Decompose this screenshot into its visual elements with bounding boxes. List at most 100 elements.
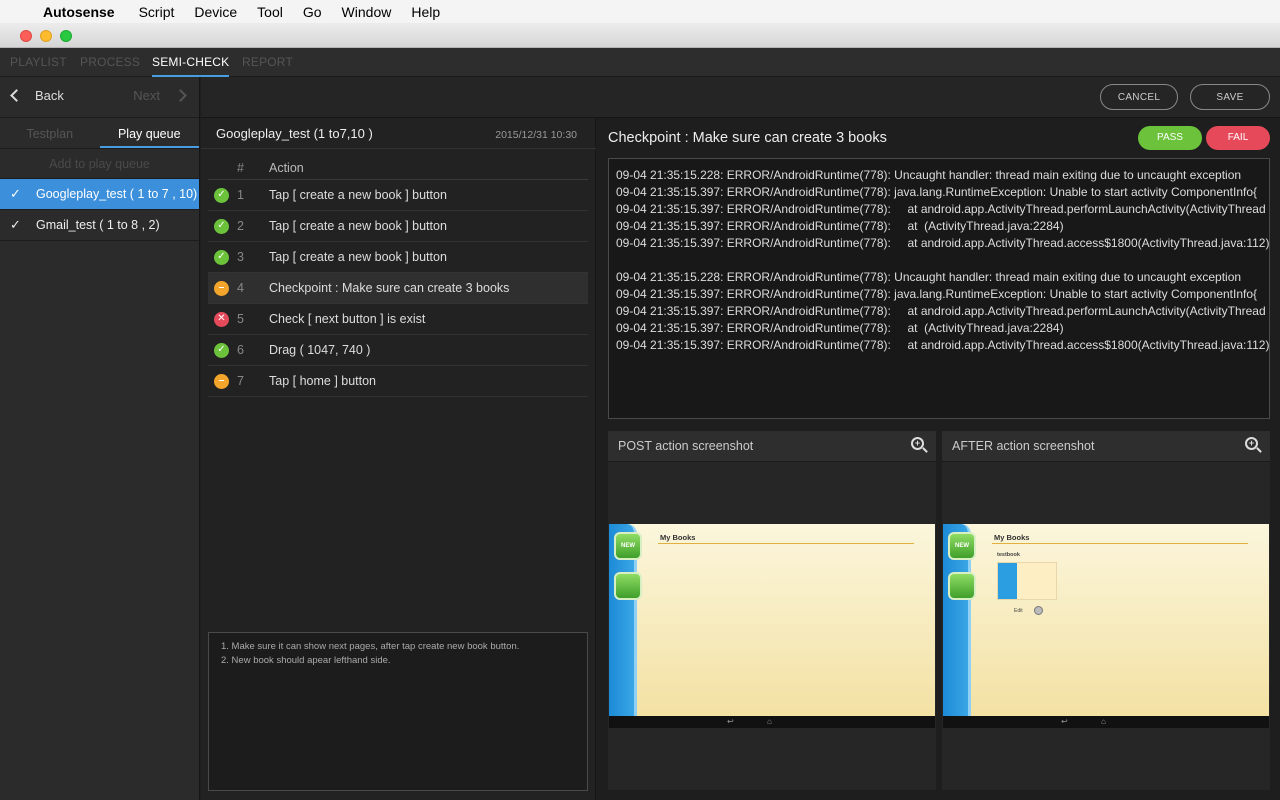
- table-row[interactable]: ✓ 2 Tap [ create a new book ] button: [208, 211, 588, 242]
- post-device-screenshot: NEW My Books ↩ ⌂: [609, 524, 935, 728]
- note-line: 1. Make sure it can show next pages, aft…: [221, 641, 520, 652]
- device-title-rule: [658, 543, 914, 544]
- row-number: 3: [237, 250, 244, 264]
- zoom-in-icon[interactable]: +: [911, 437, 928, 454]
- queue-item[interactable]: ✓ Googleplay_test ( 1 to 7 , 10): [0, 179, 199, 210]
- table-row[interactable]: ✓ 6 Drag ( 1047, 740 ): [208, 335, 588, 366]
- log-line: 09-04 21:35:15.397: ERROR/AndroidRuntime…: [616, 219, 1064, 233]
- table-row[interactable]: ✓ 1 Tap [ create a new book ] button: [208, 180, 588, 211]
- menu-go[interactable]: Go: [303, 4, 322, 20]
- queue-item[interactable]: ✓ Gmail_test ( 1 to 8 , 2): [0, 210, 199, 241]
- next-label: Next: [133, 88, 160, 103]
- device-edit-label: Edit: [1014, 608, 1023, 614]
- row-number: 2: [237, 219, 244, 233]
- device-book-title: testbook: [997, 552, 1020, 558]
- after-screenshot-pane: AFTER action screenshot + NEW My Books t…: [942, 431, 1270, 790]
- subtab-testplan[interactable]: Testplan: [0, 118, 100, 148]
- pass-button[interactable]: PASS: [1138, 126, 1202, 150]
- device-app-title: My Books: [660, 533, 696, 542]
- queue-item-label: Gmail_test ( 1 to 8 , 2): [36, 218, 160, 232]
- row-action: Tap [ home ] button: [269, 374, 377, 388]
- gallery-icon: [948, 572, 976, 600]
- post-screenshot-pane: POST action screenshot + NEW My Books ↩ ⌂: [608, 431, 936, 790]
- new-book-icon: NEW: [948, 532, 976, 560]
- log-line: 09-04 21:35:15.397: ERROR/AndroidRuntime…: [616, 236, 1270, 250]
- close-window-button[interactable]: [20, 30, 32, 42]
- device-nav-bar: ↩ ⌂: [609, 716, 935, 728]
- x-circle-icon: ✕: [214, 311, 229, 327]
- note-line: 2. New book should apear lefthand side.: [221, 655, 391, 666]
- device-nav-bar: ↩ ⌂: [943, 716, 1269, 728]
- test-notes-box[interactable]: 1. Make sure it can show next pages, aft…: [208, 632, 588, 791]
- plan-title: Googleplay_test (1 to7,10 ): [216, 126, 373, 141]
- app-name-menu[interactable]: Autosense: [43, 4, 115, 20]
- save-button[interactable]: SAVE: [1190, 84, 1270, 110]
- row-action: Tap [ create a new book ] button: [269, 188, 447, 202]
- plan-header: Googleplay_test (1 to7,10 ) 2015/12/31 1…: [201, 118, 596, 149]
- main-tab-bar: PLAYLIST PROCESS SEMI-CHECK REPORT: [0, 48, 1280, 77]
- subtab-play-queue[interactable]: Play queue: [99, 118, 199, 148]
- check-circle-icon: ✓: [214, 342, 229, 358]
- log-line: 09-04 21:35:15.397: ERROR/AndroidRuntime…: [616, 304, 1266, 318]
- chevron-left-icon: [10, 89, 23, 102]
- minus-circle-icon: –: [214, 280, 229, 296]
- device-title-rule: [992, 543, 1248, 544]
- tab-semi-check[interactable]: SEMI-CHECK: [152, 55, 230, 77]
- log-line: 09-04 21:35:15.397: ERROR/AndroidRuntime…: [616, 338, 1270, 352]
- check-icon: ✓: [10, 186, 21, 201]
- error-log[interactable]: 09-04 21:35:15.228: ERROR/AndroidRuntime…: [608, 158, 1270, 419]
- log-line: 09-04 21:35:15.397: ERROR/AndroidRuntime…: [616, 287, 1258, 301]
- zoom-in-icon[interactable]: +: [1245, 437, 1262, 454]
- table-row[interactable]: – 4 Checkpoint : Make sure can create 3 …: [208, 273, 588, 304]
- menu-script[interactable]: Script: [139, 4, 175, 20]
- check-circle-icon: ✓: [214, 187, 229, 203]
- left-subtabs: Testplan Play queue: [0, 118, 199, 149]
- window-titlebar: [0, 23, 1280, 48]
- menu-window[interactable]: Window: [342, 4, 392, 20]
- gallery-icon: [614, 572, 642, 600]
- menu-help[interactable]: Help: [411, 4, 440, 20]
- nav-row: Back Next: [0, 77, 199, 118]
- after-screenshot-label: AFTER action screenshot: [952, 439, 1095, 453]
- cancel-button[interactable]: CANCEL: [1100, 84, 1178, 110]
- row-number: 1: [237, 188, 244, 202]
- action-table: # Action ✓ 1 Tap [ create a new book ] b…: [208, 157, 588, 397]
- row-number: 5: [237, 312, 244, 326]
- post-screenshot-header: POST action screenshot +: [608, 431, 936, 462]
- back-button[interactable]: Back: [10, 88, 64, 103]
- tab-process[interactable]: PROCESS: [80, 55, 140, 69]
- queue-item-label: Googleplay_test ( 1 to 7 , 10): [36, 187, 198, 201]
- row-action: Check [ next button ] is exist: [269, 312, 426, 326]
- row-action: Tap [ create a new book ] button: [269, 219, 447, 233]
- menu-tool[interactable]: Tool: [257, 4, 283, 20]
- device-app-title: My Books: [994, 533, 1030, 542]
- add-to-play-queue-button[interactable]: Add to play queue: [0, 149, 199, 179]
- fail-button[interactable]: FAIL: [1206, 126, 1270, 150]
- left-panel: Back Next Testplan Play queue Add to pla…: [0, 77, 200, 800]
- next-button[interactable]: Next: [133, 88, 187, 103]
- check-circle-icon: ✓: [214, 218, 229, 234]
- table-row[interactable]: ✕ 5 Check [ next button ] is exist: [208, 304, 588, 335]
- col-action-header: Action: [269, 161, 304, 175]
- table-row[interactable]: – 7 Tap [ home ] button: [208, 366, 588, 397]
- chevron-right-icon: [174, 89, 187, 102]
- menu-device[interactable]: Device: [194, 4, 237, 20]
- tab-report[interactable]: REPORT: [242, 55, 293, 69]
- after-screenshot-header: AFTER action screenshot +: [942, 431, 1270, 462]
- log-line: 09-04 21:35:15.397: ERROR/AndroidRuntime…: [616, 202, 1266, 216]
- table-row[interactable]: ✓ 3 Tap [ create a new book ] button: [208, 242, 588, 273]
- after-device-screenshot: NEW My Books testbook Edit ↩ ⌂: [943, 524, 1269, 728]
- minimize-window-button[interactable]: [40, 30, 52, 42]
- row-action: Drag ( 1047, 740 ): [269, 343, 371, 357]
- row-number: 6: [237, 343, 244, 357]
- system-menubar: Autosense Script Device Tool Go Window H…: [0, 0, 1280, 23]
- check-icon: ✓: [10, 217, 21, 232]
- zoom-window-button[interactable]: [60, 30, 72, 42]
- minus-circle-icon: –: [214, 373, 229, 389]
- new-book-icon: NEW: [614, 532, 642, 560]
- row-number: 4: [237, 281, 244, 295]
- log-line: 09-04 21:35:15.397: ERROR/AndroidRuntime…: [616, 185, 1258, 199]
- table-header: # Action: [208, 157, 588, 180]
- tab-playlist[interactable]: PLAYLIST: [10, 55, 67, 69]
